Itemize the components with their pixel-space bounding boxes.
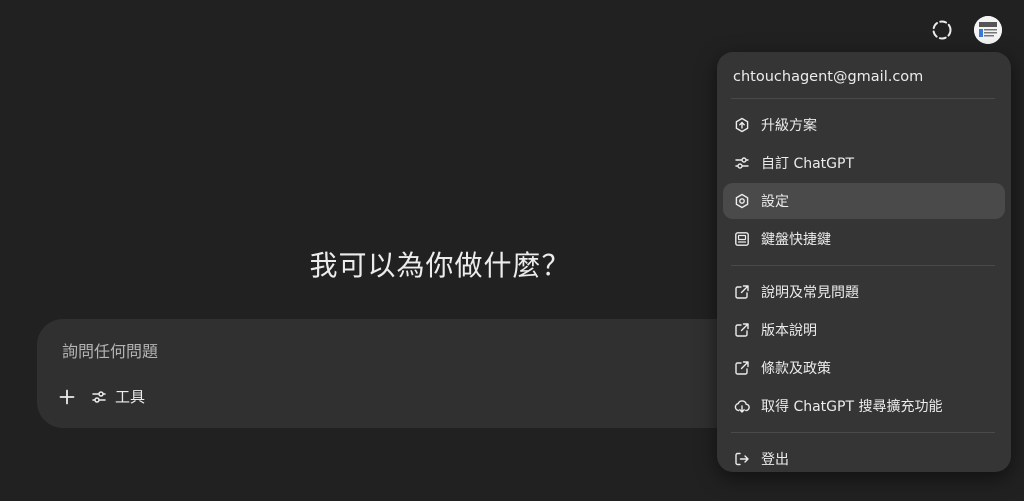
menu-divider bbox=[731, 265, 995, 266]
external-link-icon bbox=[733, 321, 751, 339]
logout-icon bbox=[733, 450, 751, 468]
temporary-chat-button[interactable] bbox=[928, 16, 956, 44]
tools-label: 工具 bbox=[115, 388, 146, 406]
menu-item-help-faq[interactable]: 說明及常見問題 bbox=[723, 274, 1005, 310]
plus-icon bbox=[59, 389, 75, 404]
sliders-icon bbox=[733, 154, 751, 172]
extension-icon bbox=[733, 397, 751, 415]
menu-item-label: 說明及常見問題 bbox=[761, 285, 859, 301]
menu-item-customize-chatgpt[interactable]: 自訂 ChatGPT bbox=[723, 145, 1005, 181]
menu-item-label: 條款及政策 bbox=[761, 361, 831, 377]
menu-item-logout[interactable]: 登出 bbox=[723, 441, 1005, 477]
menu-item-label: 鍵盤快捷鍵 bbox=[761, 232, 831, 248]
menu-item-settings[interactable]: 設定 bbox=[723, 183, 1005, 219]
menu-item-terms-policies[interactable]: 條款及政策 bbox=[723, 350, 1005, 386]
header-actions bbox=[928, 16, 1002, 44]
account-menu: chtouchagent@gmail.com 升級方案 自訂 ChatGPT 設… bbox=[717, 52, 1011, 472]
prompt-input[interactable] bbox=[60, 338, 684, 364]
account-email: chtouchagent@gmail.com bbox=[733, 69, 924, 85]
upgrade-icon bbox=[733, 116, 751, 134]
gear-icon bbox=[733, 192, 751, 210]
menu-item-label: 設定 bbox=[761, 194, 789, 210]
menu-item-label: 升級方案 bbox=[761, 118, 817, 134]
external-link-icon bbox=[733, 359, 751, 377]
menu-item-label: 自訂 ChatGPT bbox=[761, 156, 855, 172]
dashed-circle-icon bbox=[932, 20, 952, 40]
sliders-icon bbox=[92, 390, 106, 403]
menu-item-label: 取得 ChatGPT 搜尋擴充功能 bbox=[761, 399, 943, 415]
menu-item-keyboard-shortcuts[interactable]: 鍵盤快捷鍵 bbox=[723, 221, 1005, 257]
avatar[interactable] bbox=[974, 16, 1002, 44]
keyboard-icon bbox=[733, 230, 751, 248]
menu-item-label: 登出 bbox=[761, 452, 789, 468]
tools-button[interactable]: 工具 bbox=[91, 386, 145, 407]
menu-item-upgrade-plan[interactable]: 升級方案 bbox=[723, 107, 1005, 143]
add-attachment-button[interactable] bbox=[57, 387, 77, 407]
menu-item-label: 版本說明 bbox=[761, 323, 817, 339]
composer: 工具 bbox=[37, 319, 757, 428]
external-link-icon bbox=[733, 283, 751, 301]
menu-divider bbox=[731, 432, 995, 433]
menu-item-search-extension[interactable]: 取得 ChatGPT 搜尋擴充功能 bbox=[723, 388, 1005, 424]
menu-item-release-notes[interactable]: 版本說明 bbox=[723, 312, 1005, 348]
composer-actions: 工具 bbox=[57, 386, 145, 407]
avatar-image bbox=[974, 16, 1002, 44]
menu-divider bbox=[731, 98, 995, 99]
